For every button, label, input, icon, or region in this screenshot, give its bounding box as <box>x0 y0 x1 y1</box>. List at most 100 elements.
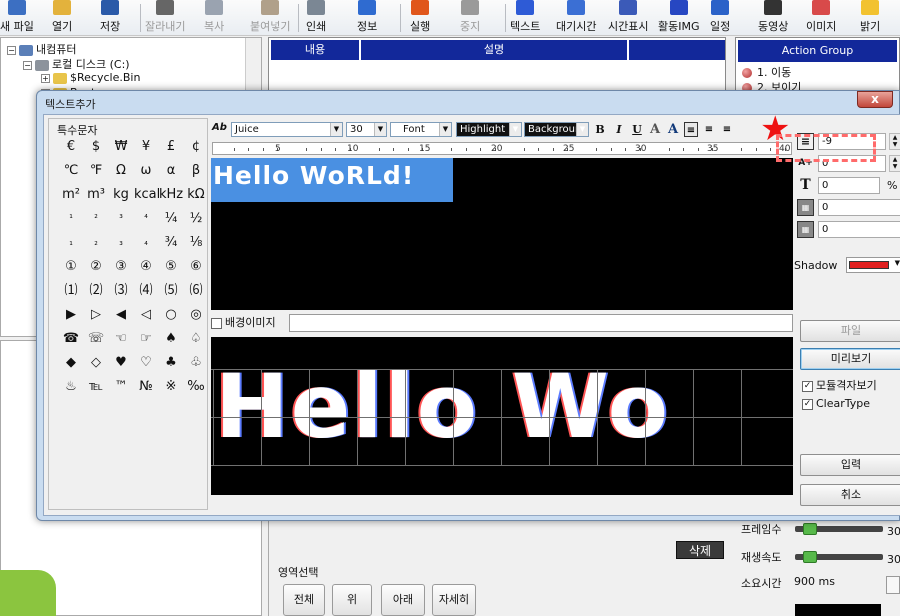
special-char-button[interactable]: € <box>59 136 83 158</box>
special-char-button[interactable]: ⑵ <box>84 280 108 302</box>
toolbar-button-17[interactable]: 밝기 <box>860 0 880 34</box>
special-char-button[interactable]: kΩ <box>184 184 208 206</box>
special-char-button[interactable]: ⑷ <box>134 280 158 302</box>
shadow-text-icon[interactable]: A <box>666 122 680 137</box>
special-char-button[interactable]: £ <box>159 136 183 158</box>
tree-item-recycle-bin[interactable]: + $Recycle.Bin <box>41 71 140 84</box>
align-center-icon[interactable]: ≡ <box>702 122 716 137</box>
special-char-button[interactable]: Ω <box>109 160 133 182</box>
up-button[interactable]: 위 <box>332 584 372 616</box>
checkbox-checked[interactable]: ✓ <box>802 380 813 392</box>
toolbar-button-9[interactable]: 중지 <box>460 0 480 34</box>
special-char-button[interactable]: ◇ <box>84 352 108 374</box>
select-all-button[interactable]: 전체 <box>283 584 325 616</box>
special-char-button[interactable]: ³ <box>109 208 133 230</box>
column-header-content[interactable]: 내용 <box>271 40 359 60</box>
text-scale-input[interactable]: 0 <box>818 177 880 194</box>
align-right-icon[interactable]: ≡ <box>720 122 734 137</box>
special-char-button[interactable]: ♤ <box>184 328 208 350</box>
special-char-button[interactable]: kcal <box>134 184 160 206</box>
delete-button[interactable]: 삭제 <box>676 541 724 559</box>
special-char-button[interactable]: ② <box>84 256 108 278</box>
toolbar-button-11[interactable]: 대기시간 <box>556 0 596 34</box>
duration-button[interactable] <box>886 576 900 594</box>
special-char-button[interactable]: ◎ <box>184 304 208 326</box>
special-char-button[interactable]: ☞ <box>134 328 158 350</box>
special-char-button[interactable]: ⑤ <box>159 256 183 278</box>
spin-buttons[interactable]: ▲ ▼ <box>889 155 900 172</box>
toolbar-button-6[interactable]: 인쇄 <box>306 0 326 34</box>
special-char-button[interactable]: ④ <box>134 256 158 278</box>
font-name-select[interactable]: Juice ▼ <box>231 122 343 137</box>
special-char-button[interactable]: ♨ <box>59 376 83 398</box>
special-char-button[interactable]: ₂ <box>84 232 108 254</box>
toolbar-button-10[interactable]: 텍스트 <box>510 0 540 34</box>
special-char-button[interactable]: ☏ <box>84 328 108 350</box>
special-char-button[interactable]: ♠ <box>159 328 183 350</box>
enter-button[interactable]: 입력 <box>800 454 900 476</box>
special-char-button[interactable]: ω <box>134 160 158 182</box>
toolbar-button-8[interactable]: 실행 <box>410 0 430 34</box>
special-char-button[interactable]: ⅛ <box>184 232 208 254</box>
font-size-select[interactable]: 30 ▼ <box>346 122 387 137</box>
bold-button[interactable]: B <box>593 122 607 137</box>
offset-y-input[interactable]: 0 <box>818 221 900 238</box>
special-char-button[interactable]: ☜ <box>109 328 133 350</box>
special-char-button[interactable]: ♡ <box>134 352 158 374</box>
file-button[interactable]: 파일 <box>800 320 900 342</box>
text-editor[interactable]: Hello WoRLd! <box>211 158 793 310</box>
tree-item-local-disk[interactable]: − 로컬 디스크 (C:) <box>23 56 130 72</box>
toolbar-button-3[interactable]: 잘라내기 <box>145 0 185 34</box>
toolbar-button-2[interactable]: 저장 <box>100 0 120 34</box>
special-char-button[interactable]: ⑴ <box>59 280 83 302</box>
background-color-select[interactable]: Background ▼ <box>524 122 589 137</box>
special-char-button[interactable]: kHz <box>159 184 183 206</box>
special-char-button[interactable]: ⑸ <box>159 280 183 302</box>
cancel-button[interactable]: 취소 <box>800 484 900 506</box>
special-char-button[interactable]: ○ <box>159 304 183 326</box>
toolbar-button-16[interactable]: 이미지 <box>806 0 836 34</box>
special-char-button[interactable]: ¼ <box>159 208 183 230</box>
special-char-button[interactable]: ◁ <box>134 304 158 326</box>
align-left-icon[interactable]: ≡ <box>684 122 698 137</box>
down-button[interactable]: 아래 <box>381 584 425 616</box>
special-char-button[interactable]: ℡ <box>84 376 108 398</box>
special-char-button[interactable]: ① <box>59 256 83 278</box>
special-char-button[interactable]: ₄ <box>134 232 158 254</box>
special-char-button[interactable]: ◆ <box>59 352 83 374</box>
slider-thumb[interactable] <box>803 523 817 535</box>
font-dropdown[interactable]: Font ▼ <box>390 122 452 137</box>
special-char-button[interactable]: ♥ <box>109 352 133 374</box>
special-char-button[interactable]: m³ <box>84 184 108 206</box>
highlight-color-select[interactable]: Highlight ▼ <box>456 122 522 137</box>
collapse-icon[interactable]: − <box>7 45 16 55</box>
shadow-color-select[interactable]: ▼ <box>846 257 900 273</box>
special-char-button[interactable]: ℉ <box>84 160 108 182</box>
special-char-button[interactable]: $ <box>84 136 108 158</box>
toolbar-button-15[interactable]: 동영상 <box>758 0 788 34</box>
frame-count-slider[interactable] <box>795 523 883 535</box>
special-char-button[interactable]: № <box>134 376 158 398</box>
close-button[interactable]: x <box>857 91 893 108</box>
special-char-button[interactable]: ▷ <box>84 304 108 326</box>
special-char-button[interactable]: ½ <box>184 208 208 230</box>
special-char-button[interactable]: ※ <box>159 376 183 398</box>
special-char-button[interactable]: ℃ <box>59 160 83 182</box>
collapse-icon[interactable]: − <box>23 60 32 70</box>
offset-x-input[interactable]: 0 <box>818 199 900 216</box>
special-char-button[interactable]: ⑥ <box>184 256 208 278</box>
toolbar-button-5[interactable]: 붙여넣기 <box>250 0 290 34</box>
toolbar-button-14[interactable]: 일정 <box>710 0 730 34</box>
special-char-button[interactable]: ™ <box>109 376 133 398</box>
special-char-button[interactable]: ¹ <box>59 208 83 230</box>
slider-thumb[interactable] <box>803 551 817 563</box>
cleartype-checkbox[interactable]: ✓ ClearType <box>802 397 870 410</box>
special-char-button[interactable]: m² <box>59 184 83 206</box>
background-image-checkbox[interactable] <box>211 317 222 329</box>
special-char-button[interactable]: ♣ <box>159 352 183 374</box>
special-char-button[interactable]: α <box>159 160 183 182</box>
toolbar-button-4[interactable]: 복사 <box>204 0 224 34</box>
special-char-button[interactable]: ¾ <box>159 232 183 254</box>
action-item-move[interactable]: 1. 이동 <box>742 64 791 80</box>
toolbar-button-1[interactable]: 열기 <box>52 0 72 34</box>
